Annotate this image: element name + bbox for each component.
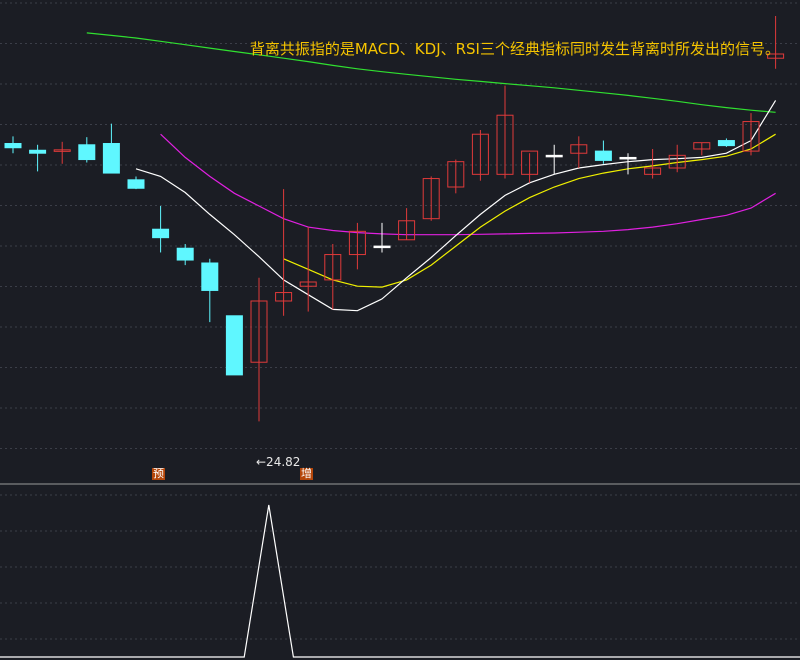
candle-body-down bbox=[717, 140, 735, 147]
signal-marker-right: 增 bbox=[300, 467, 313, 480]
candle-body-down bbox=[373, 245, 391, 249]
candle-body-down bbox=[201, 262, 219, 291]
low-price-label: ←24.82 bbox=[256, 455, 301, 469]
chart-background bbox=[0, 0, 800, 660]
candle-body-down bbox=[29, 149, 47, 154]
chart-caption: 背离共振指的是MACD、KDJ、RSI三个经典指标同时发生背离时所发出的信号。 bbox=[249, 40, 780, 58]
candle-body-down bbox=[176, 247, 194, 261]
candle-body-down bbox=[102, 143, 120, 174]
candle-body-down bbox=[152, 228, 170, 239]
candle-body-down bbox=[594, 150, 612, 161]
candle-body-down bbox=[78, 144, 96, 161]
candle-body-down bbox=[619, 156, 637, 160]
candle-body-down bbox=[545, 154, 563, 158]
candlestick-chart bbox=[0, 0, 800, 660]
candle-body-down bbox=[225, 315, 243, 376]
candle-body-down bbox=[127, 179, 145, 189]
candle-body-down bbox=[4, 143, 22, 149]
signal-marker-left: 预 bbox=[152, 467, 165, 480]
